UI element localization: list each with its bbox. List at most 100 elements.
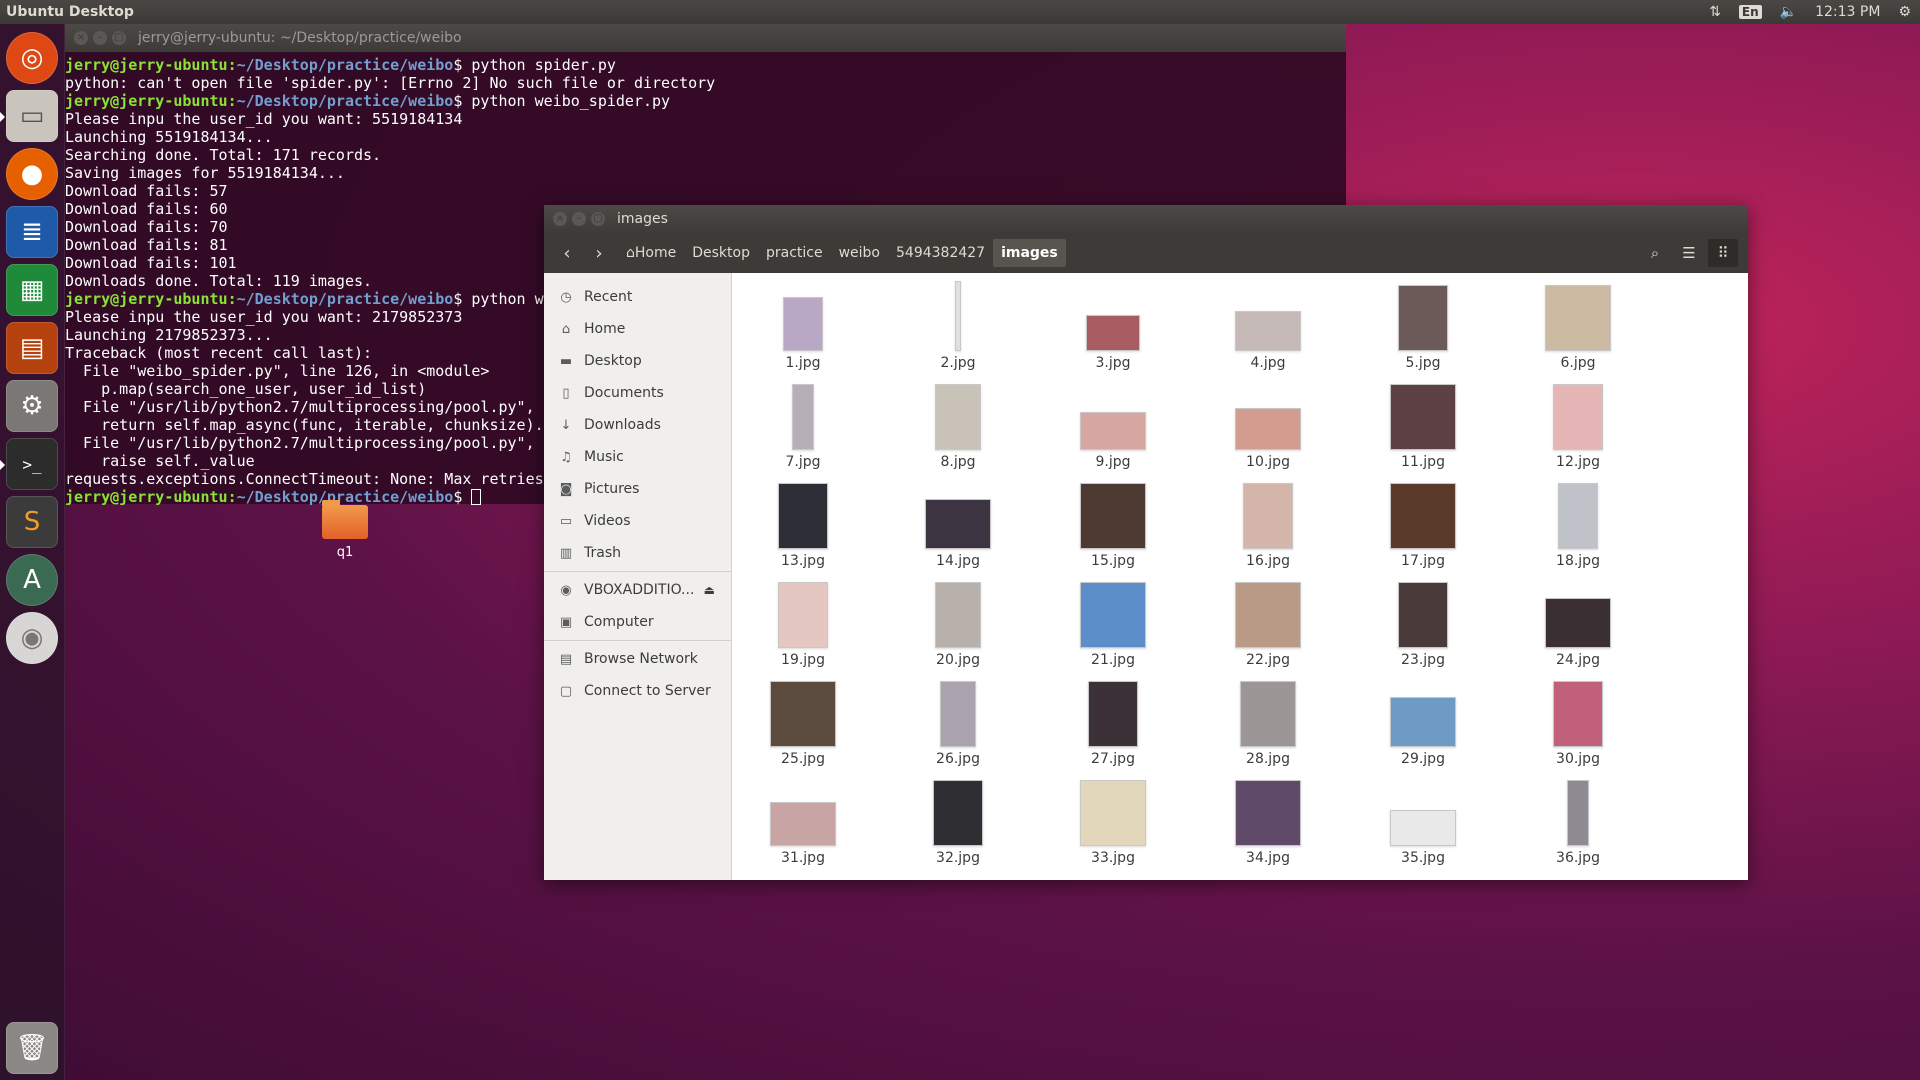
image-thumbnail	[1235, 311, 1301, 351]
breadcrumb-images[interactable]: images	[993, 239, 1066, 267]
terminal-line: Launching 5519184134...	[65, 128, 273, 146]
sidebar-item-home[interactable]: ⌂ Home	[544, 313, 731, 345]
file-item[interactable]: 26.jpg	[908, 675, 1008, 768]
calc-icon[interactable]: ▦	[6, 264, 58, 316]
sidebar-item-documents[interactable]: ▯ Documents	[544, 377, 731, 409]
dash-icon[interactable]: ◎	[6, 32, 58, 84]
file-item[interactable]: 25.jpg	[753, 675, 853, 768]
clock[interactable]: 12:13 PM	[1815, 4, 1880, 20]
sidebar-item-recent[interactable]: ◷ Recent	[544, 281, 731, 313]
file-item[interactable]: 28.jpg	[1218, 675, 1318, 768]
file-item[interactable]: 21.jpg	[1063, 576, 1163, 669]
file-item[interactable]: 1.jpg	[753, 279, 853, 372]
terminal-titlebar[interactable]: × – □ jerry@jerry-ubuntu: ~/Desktop/prac…	[65, 24, 1346, 52]
file-item[interactable]: 10.jpg	[1218, 378, 1318, 471]
file-item[interactable]: 31.jpg	[753, 774, 853, 867]
file-item[interactable]: 33.jpg	[1063, 774, 1163, 867]
file-item[interactable]: 6.jpg	[1528, 279, 1628, 372]
grid-view-button[interactable]: ⠿	[1708, 239, 1738, 267]
sidebar-item-browse-network[interactable]: ▤ Browse Network	[544, 643, 731, 675]
thumbnail-wrapper	[1373, 675, 1473, 747]
image-thumbnail	[1080, 780, 1146, 846]
file-item[interactable]: 8.jpg	[908, 378, 1008, 471]
firefox-icon[interactable]: ●	[6, 148, 58, 200]
forward-button[interactable]: ›	[586, 239, 612, 267]
list-view-button[interactable]: ☰	[1674, 239, 1704, 267]
maximize-icon[interactable]: □	[112, 31, 126, 45]
home-icon: ⌂	[626, 245, 635, 261]
desktop-folder-q1[interactable]: q1	[315, 500, 375, 560]
close-icon[interactable]: ×	[553, 212, 567, 226]
breadcrumb-practice[interactable]: practice	[758, 239, 831, 267]
prompt-separator: :	[227, 290, 237, 308]
close-icon[interactable]: ×	[74, 31, 88, 45]
file-item[interactable]: 23.jpg	[1373, 576, 1473, 669]
file-item[interactable]: 20.jpg	[908, 576, 1008, 669]
file-item[interactable]: 36.jpg	[1528, 774, 1628, 867]
file-item[interactable]: 2.jpg	[908, 279, 1008, 372]
keyboard-language-indicator[interactable]: En	[1738, 5, 1762, 19]
file-item[interactable]: 16.jpg	[1218, 477, 1318, 570]
sidebar-item-desktop[interactable]: ▬ Desktop	[544, 345, 731, 377]
file-item[interactable]: 14.jpg	[908, 477, 1008, 570]
back-button[interactable]: ‹	[554, 239, 580, 267]
settings-gear-icon[interactable]: ⚙	[1898, 4, 1911, 20]
terminal-icon[interactable]: >_	[6, 438, 58, 490]
file-item[interactable]: 34.jpg	[1218, 774, 1318, 867]
file-item[interactable]: 29.jpg	[1373, 675, 1473, 768]
sidebar-item-connect-to-server[interactable]: ▢ Connect to Server	[544, 675, 731, 707]
minimize-icon[interactable]: –	[572, 212, 586, 226]
file-item[interactable]: 19.jpg	[753, 576, 853, 669]
search-button[interactable]: ⌕	[1640, 239, 1670, 267]
file-item[interactable]: 30.jpg	[1528, 675, 1628, 768]
volume-icon[interactable]: 🔈	[1780, 4, 1797, 20]
dvd-icon[interactable]: ◉	[6, 612, 58, 664]
trash-icon[interactable]: 🗑	[6, 1022, 58, 1074]
file-manager-window[interactable]: × – □ images ‹ › ⌂Home Desktop practice wei…	[544, 205, 1748, 880]
sublime-icon[interactable]: S	[6, 496, 58, 548]
breadcrumb-home[interactable]: ⌂Home	[618, 239, 684, 267]
sidebar-item-vboxadditio[interactable]: ◉ VBOXADDITIO... ⏏	[544, 574, 731, 606]
breadcrumb-weibo[interactable]: weibo	[831, 239, 888, 267]
sidebar-item-label: Home	[584, 321, 626, 337]
file-item[interactable]: 35.jpg	[1373, 774, 1473, 867]
file-item[interactable]: 7.jpg	[753, 378, 853, 471]
sidebar-item-music[interactable]: ♫ Music	[544, 441, 731, 473]
image-thumbnail	[770, 802, 836, 846]
file-item[interactable]: 18.jpg	[1528, 477, 1628, 570]
file-item[interactable]: 3.jpg	[1063, 279, 1163, 372]
terminal-cursor	[471, 489, 482, 505]
impress-icon[interactable]: ▤	[6, 322, 58, 374]
file-item[interactable]: 9.jpg	[1063, 378, 1163, 471]
file-item[interactable]: 22.jpg	[1218, 576, 1318, 669]
eject-icon[interactable]: ⏏	[704, 583, 715, 597]
file-item[interactable]: 4.jpg	[1218, 279, 1318, 372]
sidebar-item-downloads[interactable]: ↓ Downloads	[544, 409, 731, 441]
breadcrumb-5494382427[interactable]: 5494382427	[888, 239, 993, 267]
file-item[interactable]: 13.jpg	[753, 477, 853, 570]
sidebar-item-trash[interactable]: ▥ Trash	[544, 537, 731, 569]
document-icon: ▯	[562, 385, 570, 401]
thumbnail-wrapper	[1218, 279, 1318, 351]
file-item[interactable]: 27.jpg	[1063, 675, 1163, 768]
files-icon[interactable]: ▭	[6, 90, 58, 142]
file-item[interactable]: 15.jpg	[1063, 477, 1163, 570]
software-updater-icon[interactable]: A	[6, 554, 58, 606]
minimize-icon[interactable]: –	[93, 31, 107, 45]
file-item[interactable]: 32.jpg	[908, 774, 1008, 867]
network-indicator-icon[interactable]: ⇅	[1709, 4, 1721, 20]
file-manager-titlebar[interactable]: × – □ images	[544, 205, 1748, 233]
file-item[interactable]: 17.jpg	[1373, 477, 1473, 570]
maximize-icon[interactable]: □	[591, 212, 605, 226]
settings-icon[interactable]: ⚙	[6, 380, 58, 432]
image-thumbnail	[933, 780, 983, 846]
file-item[interactable]: 24.jpg	[1528, 576, 1628, 669]
sidebar-item-computer[interactable]: ▣ Computer	[544, 606, 731, 638]
sidebar-item-pictures[interactable]: ◙ Pictures	[544, 473, 731, 505]
breadcrumb-desktop[interactable]: Desktop	[684, 239, 758, 267]
file-item[interactable]: 11.jpg	[1373, 378, 1473, 471]
file-item[interactable]: 5.jpg	[1373, 279, 1473, 372]
sidebar-item-videos[interactable]: ▭ Videos	[544, 505, 731, 537]
writer-icon[interactable]: ≣	[6, 206, 58, 258]
file-item[interactable]: 12.jpg	[1528, 378, 1628, 471]
